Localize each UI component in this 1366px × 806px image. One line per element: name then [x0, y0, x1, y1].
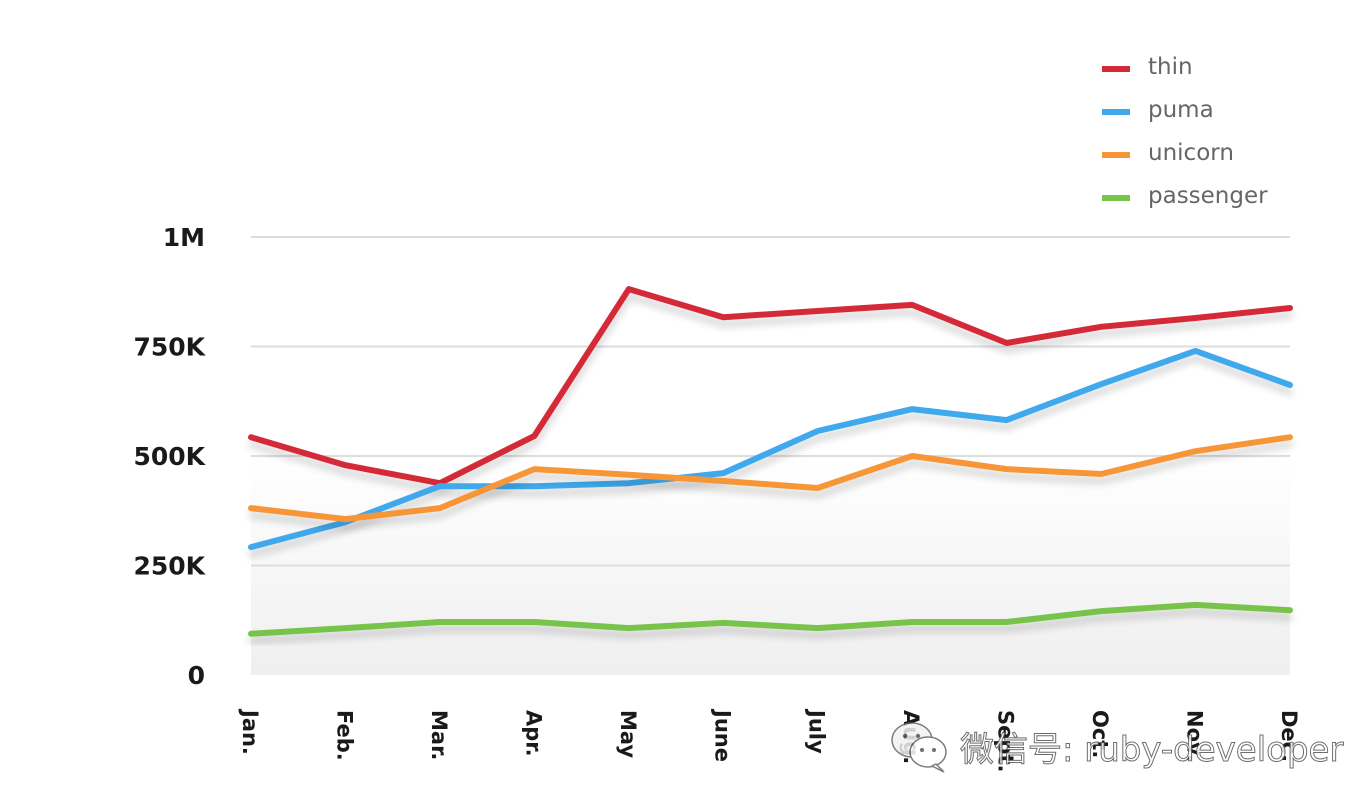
x-tick-label: Nov.: [1183, 710, 1207, 762]
data-point-passenger: [720, 620, 726, 626]
data-point-unicorn: [342, 516, 348, 522]
x-tick-label: Apr.: [521, 710, 545, 757]
data-point-unicorn: [437, 505, 443, 511]
y-axis: 0 250K 500K 750K 1M: [133, 223, 206, 690]
data-point-unicorn: [1287, 434, 1293, 440]
legend-item-unicorn[interactable]: unicorn: [1102, 140, 1234, 166]
y-tick-label: 500K: [133, 442, 206, 471]
data-point-unicorn: [720, 478, 726, 484]
data-point-passenger: [1004, 619, 1010, 625]
data-point-unicorn: [815, 485, 821, 491]
data-point-thin: [909, 302, 915, 308]
data-point-thin: [1098, 324, 1104, 330]
data-point-puma: [1004, 417, 1010, 423]
data-point-passenger: [248, 631, 254, 637]
data-point-puma: [437, 483, 443, 489]
x-tick-label: Jan.: [238, 708, 262, 755]
data-point-passenger: [531, 619, 537, 625]
data-point-passenger: [1098, 608, 1104, 614]
x-tick-label: Aug.: [899, 710, 923, 764]
data-point-puma: [720, 470, 726, 476]
x-tick-label: Mar.: [427, 710, 451, 760]
data-point-thin: [1287, 305, 1293, 311]
data-point-thin: [815, 308, 821, 314]
data-point-puma: [531, 483, 537, 489]
data-point-unicorn: [626, 472, 632, 478]
data-point-passenger: [909, 619, 915, 625]
x-tick-label: Sept.: [994, 710, 1018, 772]
data-point-unicorn: [1193, 448, 1199, 454]
data-point-puma: [1287, 382, 1293, 388]
data-point-puma: [1098, 381, 1104, 387]
legend: thin puma unicorn passenger: [1102, 54, 1268, 209]
legend-label: passenger: [1148, 183, 1268, 209]
y-tick-label: 250K: [133, 552, 206, 581]
data-point-passenger: [626, 625, 632, 631]
x-tick-label: June: [710, 708, 734, 762]
legend-item-thin[interactable]: thin: [1102, 54, 1193, 80]
data-point-passenger: [815, 625, 821, 631]
data-point-puma: [815, 428, 821, 434]
data-point-unicorn: [1098, 471, 1104, 477]
data-point-passenger: [437, 619, 443, 625]
data-point-passenger: [342, 625, 348, 631]
legend-item-passenger[interactable]: passenger: [1102, 183, 1268, 209]
x-axis: Jan. Feb. Mar. Apr. May June July Aug. Sept. Oct.…: [238, 708, 1301, 772]
data-point-puma: [1193, 348, 1199, 354]
data-point-unicorn: [248, 505, 254, 511]
data-point-thin: [720, 314, 726, 320]
data-point-puma: [909, 406, 915, 412]
data-point-puma: [248, 544, 254, 550]
data-point-passenger: [1287, 607, 1293, 613]
data-point-thin: [1004, 340, 1010, 346]
legend-label: puma: [1148, 97, 1214, 123]
y-tick-label: 1M: [163, 223, 205, 252]
line-chart: 0 250K 500K 750K 1M Jan. Feb. Mar. Apr. May June J…: [0, 0, 1366, 806]
data-point-thin: [626, 286, 632, 292]
data-point-unicorn: [531, 466, 537, 472]
x-tick-label: July: [805, 708, 829, 754]
legend-label: unicorn: [1148, 140, 1234, 166]
x-tick-label: May: [616, 710, 640, 758]
data-point-passenger: [1193, 602, 1199, 608]
legend-label: thin: [1148, 54, 1193, 80]
data-point-thin: [342, 462, 348, 468]
x-tick-label: Feb.: [332, 710, 356, 761]
x-tick-label: Oct.: [1088, 710, 1112, 758]
data-point-unicorn: [1004, 466, 1010, 472]
data-point-thin: [248, 434, 254, 440]
chart-canvas: 0250K500K750K1M Jan. Feb. Mar. Apr. May June J…: [133, 54, 1301, 772]
data-point-unicorn: [909, 453, 915, 459]
data-point-puma: [626, 480, 632, 486]
data-point-thin: [531, 433, 537, 439]
y-tick-label: 0: [188, 661, 205, 690]
y-tick-label: 750K: [133, 333, 206, 362]
x-tick-label: Dec.: [1277, 710, 1301, 762]
legend-item-puma[interactable]: puma: [1102, 97, 1214, 123]
data-point-thin: [1193, 315, 1199, 321]
